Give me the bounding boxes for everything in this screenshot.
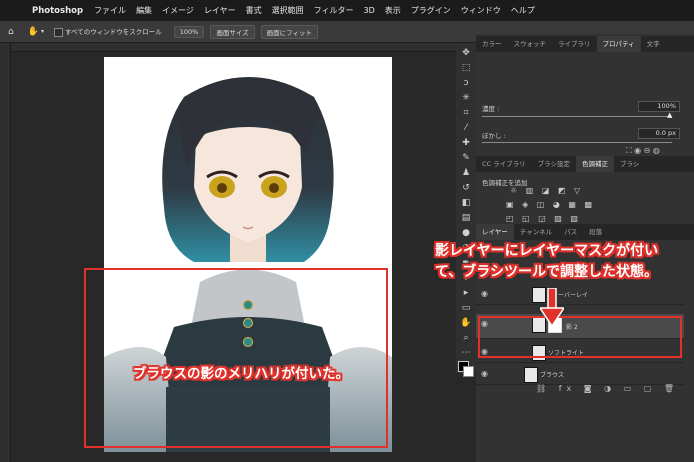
path-selection-tool-icon[interactable]: ▸ (459, 287, 473, 299)
tab-libraries[interactable]: ライブラリ (552, 36, 597, 52)
lasso-tool-icon[interactable]: ↄ (459, 77, 473, 89)
hand-tool-sidebar-icon[interactable]: ✋ (459, 317, 473, 329)
properties-tab-bar: カラー スウォッチ ライブラリ プロパティ 文字 (476, 36, 694, 52)
zoom-tool-icon[interactable]: ⌕ (459, 332, 473, 344)
blur-tool-icon[interactable]: ● (459, 227, 473, 239)
healing-tool-icon[interactable]: ✚ (459, 137, 473, 149)
menu-edit[interactable]: 編集 (136, 5, 152, 16)
tab-channels[interactable]: チャンネル (514, 224, 558, 240)
marquee-tool-icon[interactable]: ⬚ (459, 62, 473, 74)
tab-character[interactable]: 文字 (641, 36, 666, 52)
scroll-all-windows-checkbox[interactable]: すべてのウィンドウをスクロール (53, 26, 162, 37)
tab-paths[interactable]: パス (558, 224, 583, 240)
layer-row-blouse[interactable]: ◉ ブラウス (476, 364, 684, 385)
gradient-tool-icon[interactable]: ▤ (459, 212, 473, 224)
feather-label: ぼかし : (482, 132, 506, 140)
menu-file[interactable]: ファイル (94, 5, 126, 16)
eraser-tool-icon[interactable]: ◧ (459, 197, 473, 209)
fill-screen-button[interactable]: 画面にフィット (260, 24, 319, 39)
scroll-all-label: すべてのウィンドウをスクロール (64, 28, 162, 37)
tab-swatches[interactable]: スウォッチ (508, 36, 553, 52)
tab-color[interactable]: カラー (476, 36, 508, 52)
layer-thumbnail (524, 367, 538, 383)
tab-paragraph[interactable]: 段落 (583, 224, 608, 240)
layers-tab-bar: レイヤー チャンネル パス 段落 (476, 224, 694, 240)
menu-layer[interactable]: レイヤー (204, 5, 236, 16)
top-ruler (10, 43, 456, 52)
adjustment-icons-row-1[interactable]: ☼ ▥ ◪ ◩ ▽ (510, 186, 583, 195)
shape-tool-icon[interactable]: ▭ (459, 302, 473, 314)
feather-field[interactable]: 0.0 px (638, 128, 680, 139)
tab-brushes[interactable]: ブラシ (614, 156, 645, 172)
left-ruler (0, 43, 11, 462)
blouse-shadow-callout: ブラウスの影のメリハリが付いた。 (133, 366, 349, 382)
adjustments-tab-bar: CC ライブラリ ブラシ設定 色調補正 ブラシ (476, 156, 694, 172)
history-brush-tool-icon[interactable]: ↺ (459, 182, 473, 194)
zoom-100-button[interactable]: 100% (173, 25, 205, 38)
menu-view[interactable]: 表示 (385, 5, 401, 16)
tab-adjustments[interactable]: 色調補正 (576, 156, 615, 172)
tab-brush-settings[interactable]: ブラシ設定 (532, 156, 576, 172)
tab-layers[interactable]: レイヤー (476, 224, 514, 240)
layers-footer-icons[interactable]: ⛓ fx ◙ ◑ ▭ ▢ 🗑 (536, 384, 679, 393)
magic-wand-tool-icon[interactable]: ✳ (459, 92, 473, 104)
fit-screen-button[interactable]: 画面サイズ (210, 24, 255, 39)
density-slider[interactable] (482, 116, 672, 117)
feather-slider[interactable] (482, 142, 672, 143)
menu-select[interactable]: 選択範囲 (272, 5, 304, 16)
move-tool-icon[interactable]: ✥ (459, 47, 473, 59)
density-label: 濃度 : (482, 105, 500, 113)
menu-plugins[interactable]: プラグイン (411, 5, 451, 16)
down-arrow-icon (540, 288, 564, 328)
tab-properties[interactable]: プロパティ (596, 36, 641, 52)
app-name-menu[interactable]: Photoshop (32, 6, 83, 16)
density-field[interactable]: 100% (638, 101, 680, 112)
menu-window[interactable]: ウィンドウ (461, 5, 501, 16)
crop-tool-icon[interactable]: ⌗ (459, 107, 473, 119)
menu-filter[interactable]: フィルター (314, 5, 354, 16)
adjustment-icons-row-3[interactable]: ◰ ◱ ◲ ▨ ▧ (506, 214, 581, 223)
mask-options-icon[interactable]: ⛶ ◉ ⊖ ◍ (626, 146, 660, 156)
layer-mask-callout-line1: 影レイヤーにレイヤーマスクが付い (435, 243, 659, 259)
tools-panel: ✥ ⬚ ↄ ✳ ⌗ ⁄ ✚ ✎ ♟ ↺ ◧ ▤ ● ◔ ✒ T ▸ ▭ ✋ ⌕ … (456, 43, 477, 377)
eye-icon[interactable]: ◉ (481, 369, 488, 378)
home-icon[interactable]: ⌂ (8, 27, 14, 37)
layer-row-overlay[interactable]: ◉ オーバーレイ (476, 284, 684, 305)
menu-3d[interactable]: 3D (364, 6, 375, 15)
density-slider-handle[interactable]: ▲ (667, 111, 672, 119)
eyedropper-tool-icon[interactable]: ⁄ (459, 122, 473, 134)
menu-type[interactable]: 書式 (246, 5, 262, 16)
more-tools-icon[interactable]: ⋯ (459, 347, 473, 359)
eye-icon[interactable]: ◉ (481, 289, 488, 298)
clone-stamp-tool-icon[interactable]: ♟ (459, 167, 473, 179)
layer-mask-callout-line2: て、ブラシツールで調整した状態。 (435, 264, 659, 280)
menu-help[interactable]: ヘルプ (511, 5, 535, 16)
adjustment-icons-row-2[interactable]: ▣ ◈ ◫ ◕ ▦ ▩ (506, 200, 595, 209)
blouse-highlight-box (84, 268, 388, 448)
tab-cc-libraries[interactable]: CC ライブラリ (476, 156, 532, 172)
layer-name: ブラウス (540, 372, 565, 379)
hand-tool-icon[interactable]: ✋ (28, 27, 39, 37)
chevron-down-icon[interactable]: ▾ (41, 28, 44, 35)
menu-image[interactable]: イメージ (162, 5, 194, 16)
menu-bar: Photoshop ファイル 編集 イメージ レイヤー 書式 選択範囲 フィルタ… (0, 0, 694, 21)
brush-tool-icon[interactable]: ✎ (459, 152, 473, 164)
layer-highlight-box (478, 316, 682, 358)
background-color-swatch[interactable] (463, 366, 474, 377)
